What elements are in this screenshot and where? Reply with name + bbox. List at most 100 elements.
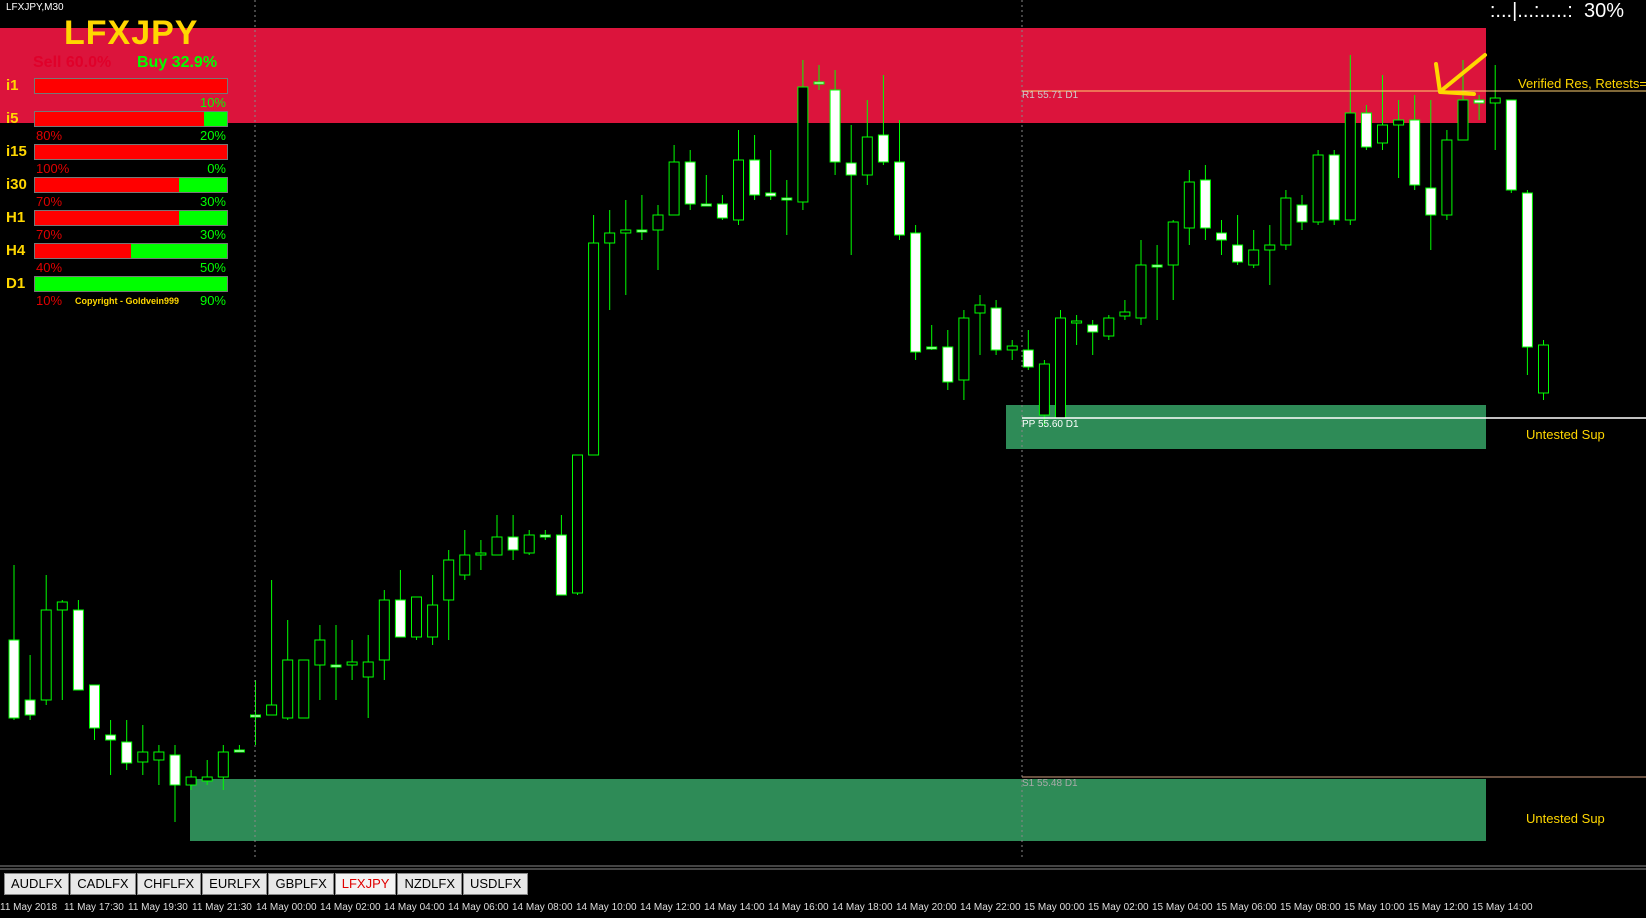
candle-body <box>604 232 616 244</box>
candle-body <box>1055 317 1066 419</box>
candle-body <box>588 242 600 456</box>
candle-body <box>845 162 857 176</box>
sell-percent: 10% <box>36 293 63 308</box>
time-axis-label: 15 May 00:00 <box>1024 902 1085 913</box>
time-axis-label: 15 May 10:00 <box>1344 902 1405 913</box>
candle-body <box>813 81 825 85</box>
candle-body <box>169 754 181 786</box>
buy-percent: 10% <box>199 95 226 110</box>
candle-body <box>507 536 519 551</box>
resistance-zone-label: Verified Res, Retests= <box>1518 76 1646 91</box>
timeframe-label: i5 <box>6 110 19 127</box>
candle-body <box>636 229 648 233</box>
candle-body <box>1248 249 1260 266</box>
candle-body <box>1280 197 1292 246</box>
candle-body <box>1264 244 1276 251</box>
candle-body <box>894 161 905 236</box>
time-axis-label: 14 May 06:00 <box>448 902 509 913</box>
tab-gbplfx[interactable]: GBPLFX <box>268 873 334 895</box>
candle-body <box>781 197 793 201</box>
candle-body <box>89 684 100 729</box>
time-axis-label: 14 May 20:00 <box>896 902 957 913</box>
tab-cadlfx[interactable]: CADLFX <box>70 873 136 895</box>
tab-lfxjpy[interactable]: LFXJPY <box>334 873 397 895</box>
timeframe-label: H4 <box>6 242 26 259</box>
s1-level-label: S1 55.48 D1 <box>1022 778 1078 789</box>
tab-audlfx[interactable]: AUDLFX <box>4 873 70 895</box>
time-axis-label: 11 May 17:30 <box>64 902 124 913</box>
candle-body <box>1232 244 1244 263</box>
candle-body <box>330 664 342 668</box>
tab-eurlfx[interactable]: EURLFX <box>202 873 268 895</box>
strength-value: 30% <box>1583 0 1624 22</box>
sell-percent: 80% <box>36 128 63 143</box>
time-axis-label: 14 May 02:00 <box>320 902 381 913</box>
time-axis-label: 15 May 08:00 <box>1280 902 1341 913</box>
r1-level-label: R1 55.71 D1 <box>1022 90 1079 101</box>
sell-percent: 100% <box>36 161 70 176</box>
candle-body <box>1312 154 1324 223</box>
candle-body <box>411 596 422 638</box>
tab-chflfx[interactable]: CHFLFX <box>136 873 202 895</box>
candle-body <box>555 534 567 596</box>
tab-nzdlfx[interactable]: NZDLFX <box>397 873 462 895</box>
candle-body <box>314 639 326 666</box>
candle-body <box>72 609 84 691</box>
candle-body <box>1103 317 1115 337</box>
candle-body <box>1489 97 1501 104</box>
pp-level-label: PP 55.60 D1 <box>1022 419 1079 430</box>
candle-body <box>765 192 777 197</box>
candle-body <box>105 734 117 741</box>
candle-body <box>282 659 294 719</box>
candle-body <box>185 776 197 786</box>
candle-body <box>700 203 712 207</box>
strength-bar <box>34 111 228 127</box>
candle-body <box>491 536 503 556</box>
candle-body <box>1409 119 1421 186</box>
buy-percentage: Buy 32.9% <box>137 54 218 71</box>
candle-body <box>1038 363 1050 416</box>
candle-body <box>652 214 664 231</box>
support-zone-lower <box>190 779 1486 841</box>
time-axis-label: 11 May 19:30 <box>128 902 188 913</box>
candle-body <box>1441 139 1453 216</box>
candle-body <box>1135 264 1147 319</box>
tab-usdlfx[interactable]: USDLFX <box>463 873 529 895</box>
candle-body <box>1457 99 1469 141</box>
time-axis-label: 14 May 14:00 <box>704 902 765 913</box>
sell-percent: 70% <box>36 227 63 242</box>
candle-body <box>121 741 133 764</box>
candle-body <box>1521 192 1533 348</box>
time-axis-label: 14 May 12:00 <box>640 902 701 913</box>
support-zone-label-2: Untested Sup <box>1526 811 1605 826</box>
candle-body <box>459 554 471 576</box>
candle-body <box>24 699 36 716</box>
candle-body <box>910 232 922 353</box>
candle-body <box>1328 154 1340 221</box>
buy-percent: 30% <box>199 194 226 209</box>
candle-body <box>572 454 583 594</box>
timeframe-label: i15 <box>6 143 27 160</box>
symbol-tabs: AUDLFX CADLFX CHFLFX EURLFX GBPLFX LFXJPY NZDL… <box>4 873 529 895</box>
buy-fill <box>179 211 227 225</box>
candle-body <box>233 749 245 753</box>
window-title: LFXJPY,M30 <box>6 2 64 13</box>
candle-body <box>1296 204 1308 223</box>
candle-body <box>1119 311 1131 317</box>
candle-body <box>1360 112 1372 148</box>
strength-bar <box>34 78 228 94</box>
buy-percent: 20% <box>199 128 226 143</box>
strength-bar <box>34 243 228 259</box>
candle-body <box>346 661 358 666</box>
candle-body <box>877 134 889 163</box>
candle-body <box>1425 187 1437 216</box>
candle-body <box>153 751 165 761</box>
candle-body <box>749 159 761 196</box>
time-axis-label: 14 May 04:00 <box>384 902 445 913</box>
timeframe-label: i30 <box>6 176 27 193</box>
candle-body <box>8 639 20 719</box>
price-chart[interactable] <box>0 0 1646 918</box>
candle-body <box>523 534 535 554</box>
candle-body <box>1087 324 1099 333</box>
candle-body <box>1167 221 1179 266</box>
